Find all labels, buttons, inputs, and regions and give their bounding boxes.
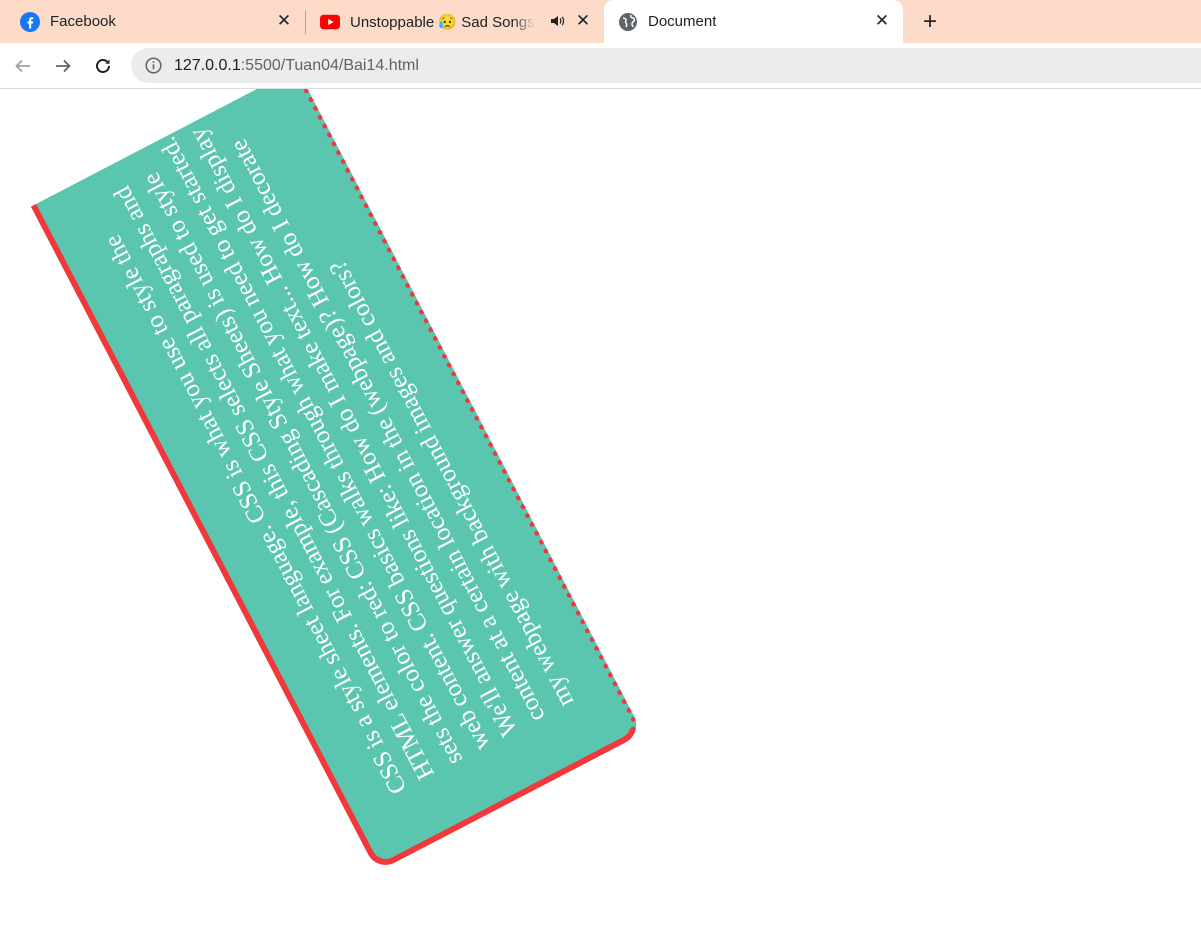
browser-toolbar: 127.0.0.1:5500/Tuan04/Bai14.html	[0, 43, 1201, 89]
facebook-icon	[20, 11, 40, 32]
tab-title: Facebook	[50, 13, 116, 30]
tab-title: Document	[648, 13, 717, 30]
rotated-text-box: CSS is a style sheet language. CSS is wh…	[30, 89, 644, 872]
new-tab-button[interactable]: +	[916, 8, 944, 36]
tab-youtube[interactable]: Unstoppable 😥 Sad Songs P ✕	[306, 0, 604, 43]
info-icon[interactable]	[144, 57, 162, 75]
tab-title: Unstoppable 😥 Sad Songs P	[350, 13, 535, 31]
youtube-icon	[320, 12, 340, 32]
globe-icon	[618, 12, 638, 32]
arrow-right-icon	[56, 59, 71, 73]
close-icon[interactable]: ✕	[275, 11, 293, 30]
tab-strip: Facebook ✕ Unstoppable 😥 Sad Songs P ✕ D…	[0, 0, 1201, 43]
back-button[interactable]	[9, 52, 37, 80]
close-icon[interactable]: ✕	[873, 11, 891, 30]
url-text: 127.0.0.1:5500/Tuan04/Bai14.html	[174, 57, 419, 75]
reload-icon	[96, 59, 110, 73]
tab-facebook[interactable]: Facebook ✕	[0, 0, 305, 43]
url-path: :5500/Tuan04/Bai14.html	[240, 56, 419, 74]
arrow-left-icon	[15, 59, 30, 73]
reload-button[interactable]	[89, 52, 117, 80]
speaker-icon[interactable]	[550, 13, 566, 29]
address-bar[interactable]: 127.0.0.1:5500/Tuan04/Bai14.html	[131, 48, 1201, 83]
forward-button[interactable]	[49, 52, 77, 80]
tab-document[interactable]: Document ✕	[604, 0, 903, 43]
paragraph-text: CSS is a style sheet language. CSS is wh…	[99, 123, 579, 799]
url-host: 127.0.0.1	[174, 56, 241, 74]
page-content: CSS is a style sheet language. CSS is wh…	[0, 89, 1201, 927]
close-icon[interactable]: ✕	[574, 11, 592, 30]
